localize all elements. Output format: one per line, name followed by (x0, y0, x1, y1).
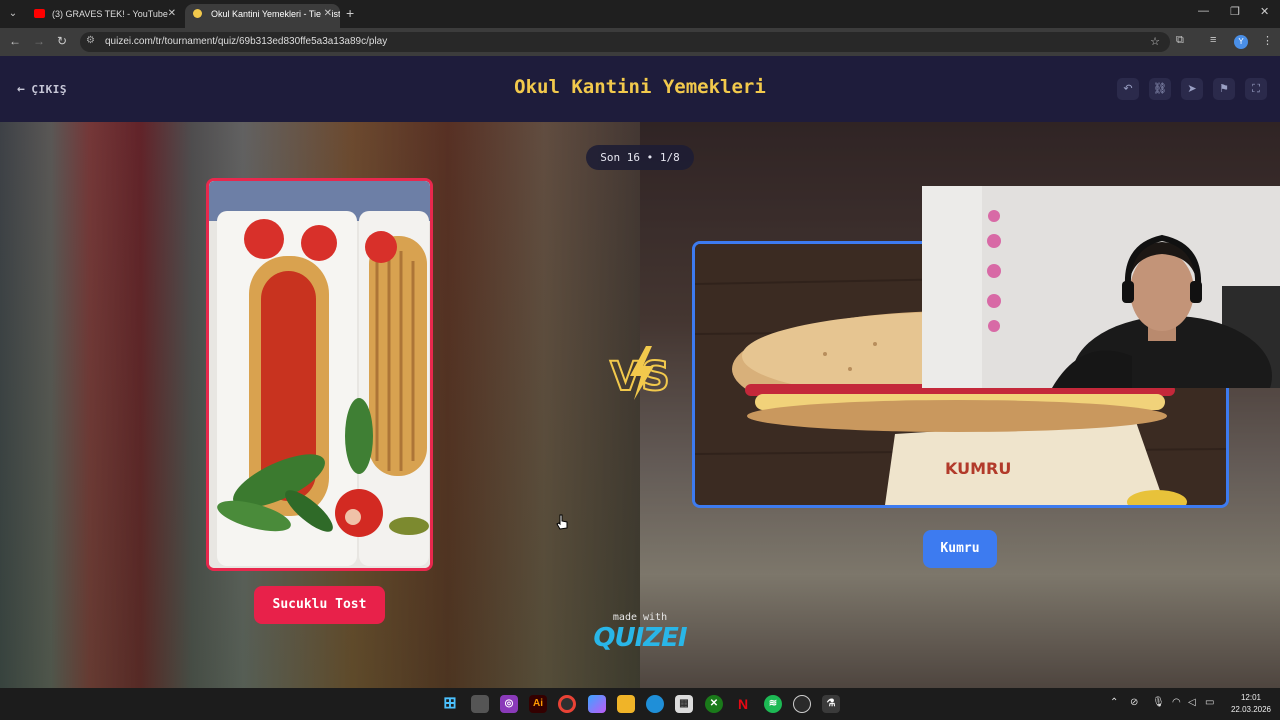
link-icon[interactable]: ⛓ (1149, 78, 1171, 100)
webcam-overlay (922, 186, 1280, 388)
reload-icon[interactable]: ↻ (57, 34, 67, 48)
back-icon[interactable]: ← (9, 34, 21, 48)
extensions-icon[interactable]: ⧉ (1176, 34, 1184, 47)
network-off-icon[interactable]: ⊘ (1130, 697, 1138, 708)
volume-icon[interactable]: ◁ (1188, 697, 1196, 708)
menu-icon[interactable]: ⋮ (1262, 34, 1273, 47)
address-bar-row: ← → ↻ ⚙ quizei.com/tr/tournament/quiz/69… (0, 28, 1280, 56)
fullscreen-icon[interactable]: ⛶ (1245, 78, 1267, 100)
wifi-icon[interactable]: ◠ (1172, 697, 1181, 708)
chrome-icon[interactable] (558, 695, 576, 713)
microphone-icon[interactable]: 🎙 (1152, 697, 1165, 708)
url-text: quizei.com/tr/tournament/quiz/69b313ed83… (105, 36, 388, 47)
round-badge: Son 16 • 1/8 (586, 145, 694, 170)
right-option-label[interactable]: Kumru (923, 530, 997, 568)
webcam-person-image (922, 186, 1280, 388)
send-icon[interactable]: ➤ (1181, 78, 1203, 100)
netflix-icon[interactable]: N (734, 695, 752, 713)
xbox-icon[interactable]: ✕ (705, 695, 723, 713)
left-option-label[interactable]: Sucuklu Tost (254, 586, 385, 624)
copilot-icon[interactable] (588, 695, 606, 713)
forward-icon[interactable]: → (33, 34, 45, 48)
clock-date: 22.03.2026 (1230, 705, 1272, 714)
close-icon[interactable]: ✕ (168, 4, 176, 24)
quizei-logo[interactable]: QUIZEI (590, 623, 690, 653)
bookmark-star-icon[interactable]: ☆ (1150, 35, 1160, 48)
tab-search-icon[interactable]: ⌄ (4, 5, 22, 23)
youtube-icon (34, 9, 45, 18)
clock-time: 12:01 (1240, 693, 1262, 702)
undo-icon[interactable]: ↶ (1117, 78, 1139, 100)
windows-start-icon[interactable]: ⊞ (441, 695, 459, 713)
instagram-icon[interactable]: ◎ (500, 695, 518, 713)
browser-tab-bar: ⌄ (3) GRAVES TEK! - YouTube ✕ Okul Kanti… (0, 0, 1280, 28)
hand-cursor-icon (556, 514, 568, 530)
task-view-icon[interactable] (471, 695, 489, 713)
new-tab-icon[interactable]: + (346, 5, 354, 21)
quiz-header: ← ÇIKIŞ Okul Kantini Yemekleri ↶ ⛓ ➤ ⚑ ⛶ (0, 56, 1280, 122)
flag-icon[interactable]: ⚑ (1213, 78, 1235, 100)
tab-label: (3) GRAVES TEK! - YouTube (52, 9, 168, 19)
window-close-icon[interactable]: ✕ (1260, 5, 1269, 18)
left-option-card[interactable] (206, 178, 433, 571)
close-icon[interactable]: ✕ (320, 4, 332, 24)
tab-quizei[interactable]: Okul Kantini Yemekleri - Tier List ✕ (185, 4, 340, 28)
store-icon[interactable]: ▦ (675, 695, 693, 713)
page-title: Okul Kantini Yemekleri (514, 76, 766, 98)
site-info-icon[interactable]: ⚙ (86, 35, 95, 46)
svg-text:KUMRU: KUMRU (945, 459, 1011, 478)
steam-icon[interactable] (793, 695, 811, 713)
app-icon[interactable]: ⚗ (822, 695, 840, 713)
restore-icon[interactable]: ❐ (1230, 5, 1240, 18)
spotify-icon[interactable]: ≋ (764, 695, 782, 713)
windows-taskbar: ⊞ ◎ Ai ▦ ✕ N ≋ ⚗ ⌃ ⊘ 🎙 ◠ ◁ ▭ 12:01 22.03… (0, 688, 1280, 720)
quiz-page: ← ÇIKIŞ Okul Kantini Yemekleri ↶ ⛓ ➤ ⚑ ⛶ … (0, 56, 1280, 688)
edge-icon[interactable] (646, 695, 664, 713)
media-icon[interactable]: ≡ (1210, 34, 1216, 46)
made-with-text: made with (612, 612, 668, 623)
battery-icon[interactable]: ▭ (1205, 697, 1214, 708)
illustrator-icon[interactable]: Ai (529, 695, 547, 713)
tray-overflow-icon[interactable]: ⌃ (1110, 697, 1118, 708)
vs-lightning-icon: VS (609, 346, 671, 401)
file-explorer-icon[interactable] (617, 695, 635, 713)
sucuklu-tost-image (209, 181, 430, 568)
system-clock[interactable]: 12:01 22.03.2026 (1226, 692, 1276, 716)
profile-avatar[interactable]: Y (1234, 35, 1248, 49)
quizei-favicon-icon (193, 9, 202, 18)
url-field[interactable]: ⚙ quizei.com/tr/tournament/quiz/69b313ed… (80, 32, 1170, 52)
minimize-icon[interactable]: — (1198, 5, 1209, 17)
tab-youtube[interactable]: (3) GRAVES TEK! - YouTube ✕ (26, 4, 184, 28)
